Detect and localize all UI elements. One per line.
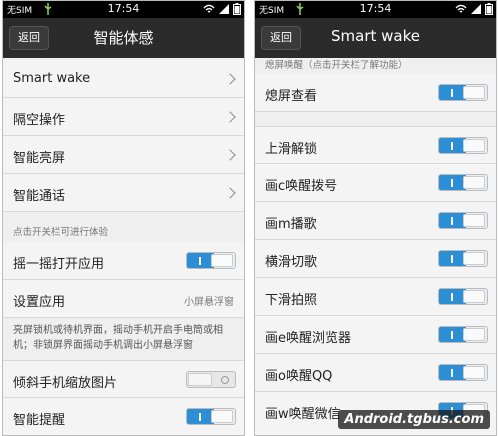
setting-shake-open-app[interactable]: 摇一摇打开应用 (3, 242, 244, 280)
setting-swipe-up-unlock[interactable]: 上滑解锁 (255, 126, 496, 164)
setting-label: 横滑切歌 (265, 255, 318, 270)
toggle-switch[interactable] (438, 288, 488, 305)
setting-value: 小屏悬浮窗 (184, 297, 234, 308)
menu-item-smart-call[interactable]: 智能通话 (3, 174, 244, 212)
toggle-switch[interactable] (186, 371, 236, 388)
page-title: Smart wake (331, 27, 420, 45)
setting-swipe-down-photo[interactable]: 下滑拍照 (255, 278, 496, 316)
watermark-logo: Android.tgbus.com (338, 410, 490, 429)
setting-label: 画c唤醒拨号 (265, 179, 338, 194)
toggle-switch[interactable] (438, 250, 488, 267)
toggle-switch[interactable] (186, 252, 236, 269)
setting-label: 摇一摇打开应用 (13, 257, 105, 272)
setting-label: 倾斜手机缩放图片 (13, 376, 118, 391)
setting-draw-m-music[interactable]: 画m播歌 (255, 202, 496, 240)
toggle-switch[interactable] (438, 364, 488, 381)
chevron-right-icon (224, 73, 236, 85)
menu-item-label: Smart wake (13, 71, 91, 86)
menu-item-label: 智能亮屏 (13, 151, 66, 166)
setting-swipe-switch-song[interactable]: 横滑切歌 (255, 240, 496, 278)
toggle-switch[interactable] (438, 137, 488, 154)
phone-screen-right: 无SIM 17:54 返回 Smart wake 熄屏唤醒（点击开关栏了解功能）… (254, 0, 497, 436)
menu-item-label: 智能通话 (13, 189, 66, 204)
wifi-icon (203, 4, 215, 13)
toggle-switch[interactable] (438, 84, 488, 101)
setting-draw-c-dial[interactable]: 画c唤醒拨号 (255, 164, 496, 202)
setting-draw-e-browser[interactable]: 画e唤醒浏览器 (255, 316, 496, 354)
setting-label: 熄屏查看 (265, 89, 318, 104)
setting-smart-remind[interactable]: 智能提醒 (3, 398, 244, 435)
setting-draw-o-qq[interactable]: 画o唤醒QQ (255, 354, 496, 392)
toggle-switch[interactable] (438, 212, 488, 229)
status-bar: 无SIM 17:54 (255, 1, 496, 18)
toggle-switch[interactable] (438, 174, 488, 191)
battery-icon (485, 3, 493, 15)
title-bar: 返回 Smart wake (255, 18, 496, 58)
setting-label: 画w唤醒微信 (265, 407, 341, 422)
menu-item-label: 隔空操作 (13, 113, 66, 128)
setting-label: 画e唤醒浏览器 (265, 331, 351, 346)
page-title: 智能体感 (93, 29, 154, 47)
toggle-switch[interactable] (438, 326, 488, 343)
section-label: 点击开关栏可进行体验 (13, 227, 109, 238)
setting-label: 设置应用 (13, 295, 66, 310)
status-bar: 无SIM 17:54 (3, 1, 244, 18)
setting-screen-off-view[interactable]: 熄屏查看 (255, 74, 496, 112)
toggle-switch[interactable] (186, 408, 236, 425)
smart-wake-list: 熄屏唤醒（点击开关栏了解功能） 熄屏查看 上滑解锁 画c唤醒拨号 画m播歌 横滑… (255, 58, 496, 435)
setting-description: 亮屏锁机或待机界面，摇动手机开启手电筒或相机；非锁屏界面摇动手机调出小屏悬浮窗 (13, 325, 223, 351)
signal-icon (471, 4, 481, 14)
setting-tilt-zoom[interactable]: 倾斜手机缩放图片 (3, 360, 244, 398)
phone-screen-left: 无SIM 17:54 返回 智能体感 Smart wake 隔空操作 智能亮屏 … (2, 0, 245, 436)
setting-label: 画m播歌 (265, 217, 317, 232)
menu-item-smart-screen-on[interactable]: 智能亮屏 (3, 136, 244, 174)
setting-set-app[interactable]: 设置应用 小屏悬浮窗 (3, 280, 244, 318)
battery-icon (233, 3, 241, 15)
signal-icon (219, 4, 229, 14)
settings-list: Smart wake 隔空操作 智能亮屏 智能通话 点击开关栏可进行体验 摇一摇… (3, 58, 244, 435)
chevron-right-icon (224, 111, 236, 123)
menu-item-smart-wake[interactable]: Smart wake (3, 60, 244, 98)
setting-label: 下滑拍照 (265, 293, 318, 308)
title-bar: 返回 智能体感 (3, 18, 244, 58)
section-label: 熄屏唤醒（点击开关栏了解功能） (265, 60, 408, 71)
menu-item-air-gesture[interactable]: 隔空操作 (3, 98, 244, 136)
wifi-icon (455, 4, 467, 13)
setting-label: 画o唤醒QQ (265, 369, 333, 384)
chevron-right-icon (224, 149, 236, 161)
setting-label: 智能提醒 (13, 413, 66, 428)
setting-label: 上滑解锁 (265, 142, 318, 157)
chevron-right-icon (224, 187, 236, 199)
